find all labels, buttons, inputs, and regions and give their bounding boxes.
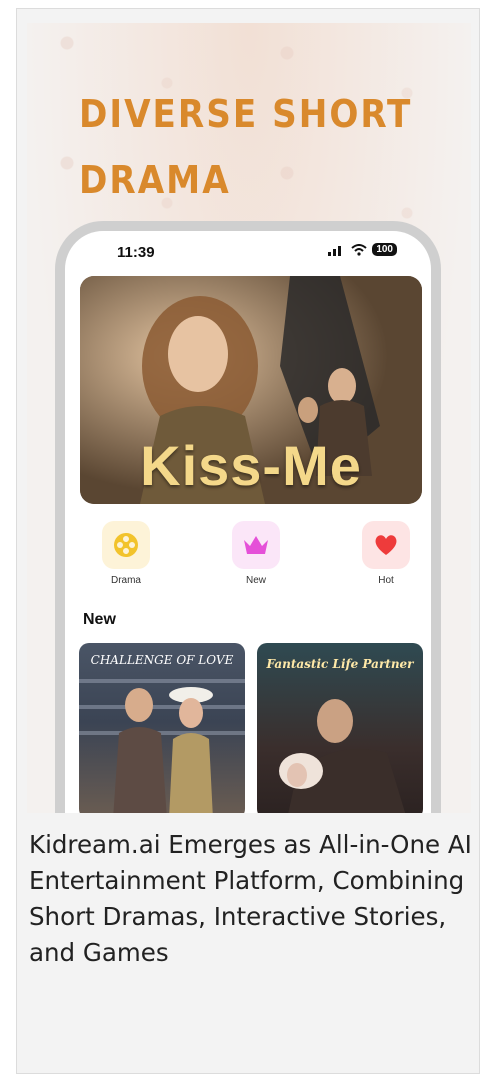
status-bar: 11:39 100 — [65, 231, 431, 271]
featured-banner[interactable]: Kiss-Me — [80, 276, 422, 504]
category-label: Drama — [110, 575, 141, 586]
phone-screen: 11:39 100 Kiss-Me Drama New Hot New CHAL… — [65, 231, 431, 813]
status-icons: 100 — [328, 243, 397, 256]
banner-title: Kiss-Me — [140, 434, 362, 497]
poster-artwork — [279, 699, 406, 813]
headline-line-1: DIVERSE SHORT — [79, 92, 413, 136]
category-hot[interactable]: Hot — [346, 521, 426, 586]
category-new[interactable]: New — [216, 521, 296, 586]
article-caption[interactable]: Kidream.ai Emerges as All-in-One AI Ente… — [29, 827, 475, 971]
film-reel-icon — [102, 521, 150, 569]
poster-card[interactable]: Fantastic Life Partner — [257, 643, 423, 813]
section-title-new: New — [83, 611, 116, 628]
promo-image[interactable]: DIVERSE SHORT DRAMA COLLECTION 11:39 — [27, 23, 471, 813]
crown-icon — [232, 521, 280, 569]
signal-bars-icon — [328, 245, 342, 256]
poster-artwork — [79, 679, 245, 813]
category-label: Hot — [378, 575, 394, 586]
wifi-icon — [351, 243, 367, 256]
category-drama[interactable]: Drama — [86, 521, 166, 586]
poster-card[interactable]: CHALLENGE OF LOVE — [79, 643, 245, 813]
phone-frame: 11:39 100 Kiss-Me Drama New Hot New CHAL… — [55, 221, 441, 813]
article-card[interactable]: DIVERSE SHORT DRAMA COLLECTION 11:39 — [16, 8, 480, 1074]
category-label: New — [245, 575, 266, 586]
heart-icon — [362, 521, 410, 569]
battery-indicator: 100 — [372, 243, 397, 256]
category-row: Drama New Hot — [65, 521, 431, 586]
status-time: 11:39 — [117, 244, 155, 261]
